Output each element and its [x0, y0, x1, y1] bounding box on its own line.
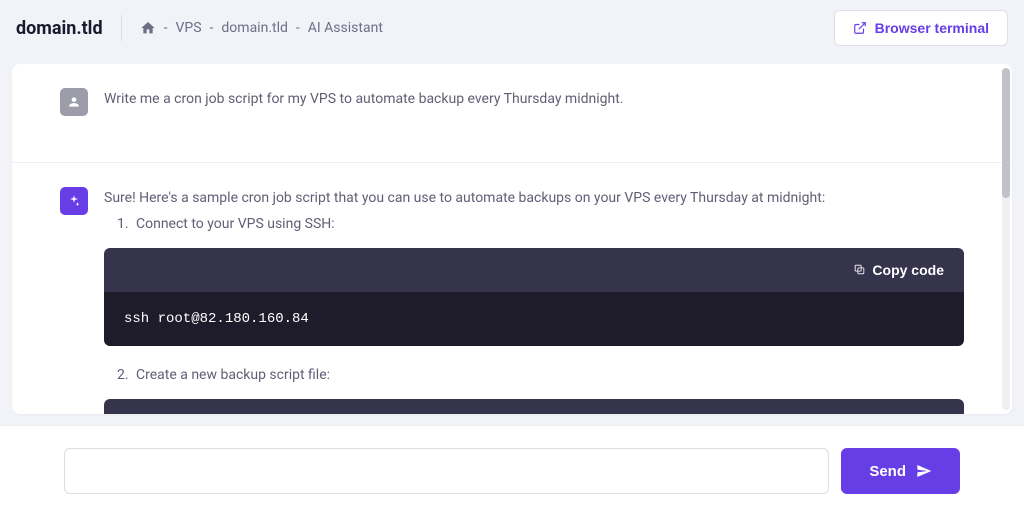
sparkle-icon	[67, 194, 81, 208]
send-icon	[916, 463, 932, 479]
breadcrumb-domain[interactable]: domain.tld	[221, 20, 287, 36]
scrollbar-thumb[interactable]	[1002, 68, 1010, 198]
chat-input-bar: Send	[0, 425, 1024, 516]
terminal-button-label: Browser terminal	[875, 20, 989, 36]
page-title: domain.tld	[16, 18, 103, 39]
copy-label: Copy code	[872, 262, 944, 278]
send-button[interactable]: Send	[841, 448, 960, 494]
ai-avatar	[60, 187, 88, 215]
breadcrumb-sep: -	[210, 20, 214, 36]
divider	[121, 15, 122, 41]
ai-message-intro: Sure! Here's a sample cron job script th…	[104, 190, 825, 206]
send-button-label: Send	[869, 463, 906, 480]
external-link-icon	[853, 21, 867, 35]
step-1-text: Connect to your VPS using SSH:	[132, 213, 964, 235]
breadcrumb-page: AI Assistant	[308, 20, 383, 36]
ai-message-body: Sure! Here's a sample cron job script th…	[104, 187, 964, 414]
code-content-1: ssh root@82.180.160.84	[104, 292, 964, 346]
copy-label: Copy code	[872, 413, 944, 414]
step-2-text: Create a new backup script file:	[132, 364, 964, 386]
chat-content: Write me a cron job script for my VPS to…	[12, 64, 1012, 414]
person-icon	[67, 95, 81, 109]
user-message-text: Write me a cron job script for my VPS to…	[104, 88, 964, 116]
code-block-1: Copy code ssh root@82.180.160.84	[104, 248, 964, 346]
home-icon[interactable]	[140, 20, 156, 36]
code-block-2: Copy code	[104, 399, 964, 414]
breadcrumb-sep: -	[164, 20, 168, 36]
copy-icon	[853, 263, 866, 276]
browser-terminal-button[interactable]: Browser terminal	[834, 10, 1008, 46]
breadcrumb-vps[interactable]: VPS	[175, 20, 201, 36]
user-avatar	[60, 88, 88, 116]
copy-code-button[interactable]: Copy code	[853, 413, 944, 414]
chat-input[interactable]	[64, 448, 829, 494]
scrollbar[interactable]	[1002, 68, 1010, 410]
breadcrumb: - VPS - domain.tld - AI Assistant	[140, 20, 383, 36]
copy-code-button[interactable]: Copy code	[853, 262, 944, 278]
breadcrumb-sep: -	[296, 20, 300, 36]
message-divider	[12, 162, 1012, 163]
